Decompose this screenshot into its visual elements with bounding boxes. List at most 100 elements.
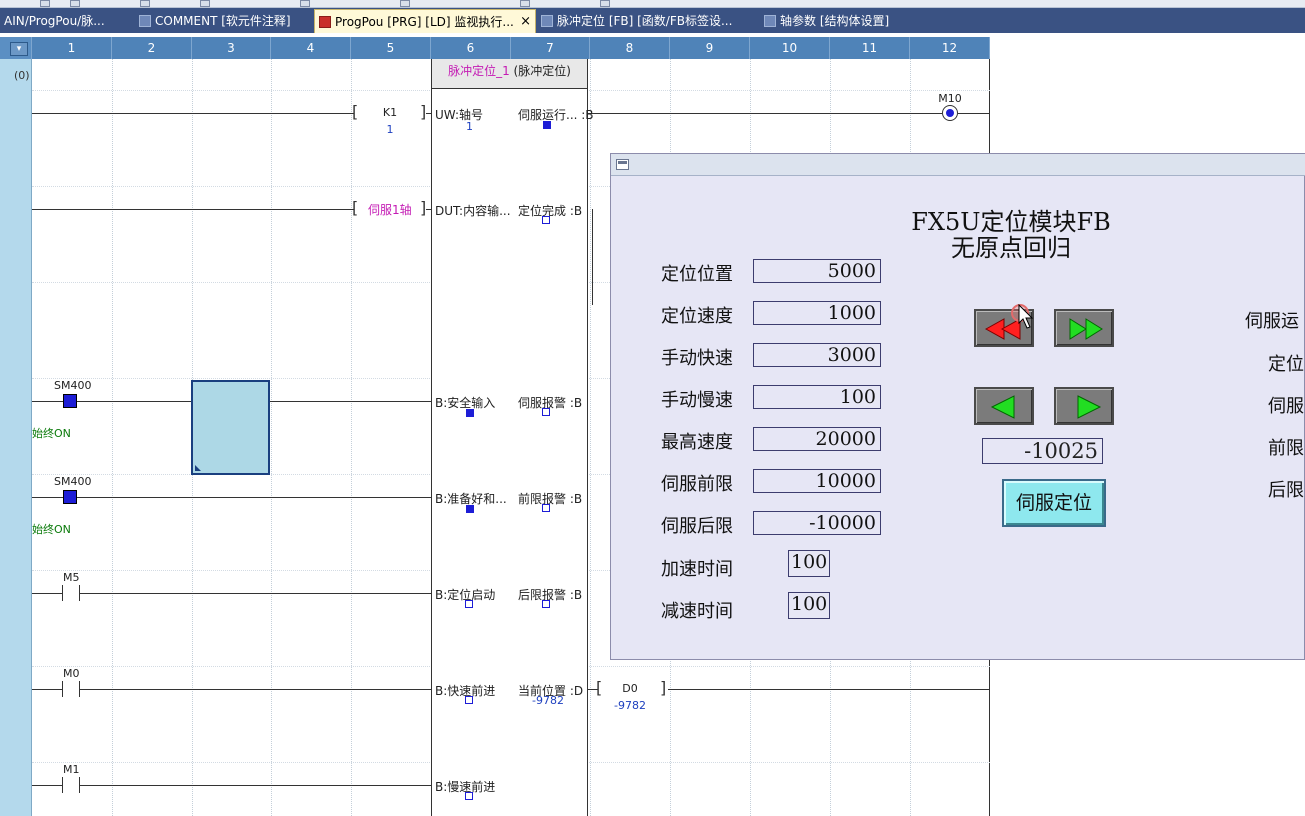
ladder-column-header: 1 2 3 4 5 6 7 8 9 10 11 12	[0, 37, 990, 59]
fb-pin-on	[466, 505, 474, 513]
arrow-left-icon	[990, 395, 1015, 419]
column-number: 11	[830, 37, 910, 59]
mouse-cursor-icon	[1018, 304, 1034, 329]
toolbar-button-icon[interactable]	[40, 0, 50, 7]
fb-output-label: 伺服报警 :B	[518, 396, 583, 410]
grid-line	[271, 59, 272, 816]
tab-label: ProgPou [PRG] [LD] 监视执行...	[335, 15, 514, 29]
rung-wire	[32, 689, 62, 690]
contact-m5-off[interactable]	[62, 585, 80, 601]
tab-main-prog[interactable]: AIN/ProgPou/脉...	[0, 9, 125, 33]
fb-pin-off	[542, 504, 550, 512]
fb-type-name: (脉冲定位)	[513, 64, 571, 78]
bracket-left: [	[352, 102, 359, 121]
contact-sm400-on[interactable]	[63, 490, 77, 504]
bracket-right: ]	[420, 102, 427, 121]
toolbar	[0, 0, 1305, 8]
column-number: 7	[511, 37, 590, 59]
jog-slow-speed-field[interactable]: 100	[753, 385, 881, 409]
forward-limit-field[interactable]: 10000	[753, 469, 881, 493]
toolbar-button-icon[interactable]	[520, 0, 530, 7]
rung-wire	[32, 785, 62, 786]
bracket-right: ]	[420, 198, 427, 217]
param-label: 伺服前限	[661, 474, 733, 495]
selected-ladder-cell[interactable]	[191, 380, 270, 475]
column-dropdown-button[interactable]: ▾	[10, 42, 28, 56]
jog-slow-forward-button[interactable]	[1054, 387, 1114, 425]
fb-pin-off	[542, 216, 550, 224]
tab-fb-labels[interactable]: 脉冲定位 [FB] [函数/FB标签设...	[537, 9, 747, 33]
column-number: 2	[112, 37, 192, 59]
contact-label: M5	[63, 571, 80, 584]
toolbar-button-icon[interactable]	[300, 0, 310, 7]
rung-wire	[32, 497, 63, 498]
decel-time-field[interactable]: 100	[788, 592, 830, 619]
grid-line	[351, 59, 352, 816]
rung-wire	[80, 689, 432, 690]
tab-close-icon[interactable]: ×	[520, 10, 531, 33]
max-speed-field[interactable]: 20000	[753, 427, 881, 451]
hmi-title-line2: 无原点回归	[951, 234, 1071, 262]
fb-pin-off	[465, 696, 473, 704]
tab-label: 轴参数 [结构体设置]	[780, 14, 890, 28]
bracket-left: [	[596, 678, 603, 697]
contact-m0-off[interactable]	[62, 681, 80, 697]
servo-positioning-button[interactable]: 伺服定位	[1002, 479, 1106, 527]
bracket-left: [	[352, 198, 359, 217]
current-position-display: -10025	[982, 438, 1103, 464]
toolbar-button-icon[interactable]	[600, 0, 610, 7]
constant-k1: K1	[382, 106, 398, 119]
rung-wire	[32, 593, 62, 594]
status-label: 前限	[1268, 438, 1304, 459]
tab-comment[interactable]: COMMENT [软元件注释]	[135, 9, 310, 33]
column-number: 10	[750, 37, 830, 59]
toolbar-button-icon[interactable]	[70, 0, 80, 7]
fb-table-icon	[541, 15, 553, 27]
column-number: 12	[910, 37, 990, 59]
ladder-left-gutter: (0)	[0, 59, 32, 816]
window-menu-icon[interactable]	[616, 159, 629, 170]
toolbar-button-icon[interactable]	[400, 0, 410, 7]
jog-fast-forward-button[interactable]	[1054, 309, 1114, 347]
status-label: 定位	[1268, 354, 1304, 375]
step-number: (0)	[14, 69, 30, 82]
contact-m1-off[interactable]	[62, 777, 80, 793]
output-coil-m10[interactable]	[942, 105, 958, 121]
contact-label: SM400	[54, 379, 92, 392]
param-label: 定位速度	[661, 306, 733, 327]
status-label: 后限	[1268, 480, 1304, 501]
param-label: 减速时间	[661, 601, 733, 622]
contact-comment: 始终ON	[32, 427, 71, 440]
contact-sm400-on[interactable]	[63, 394, 77, 408]
column-number: 8	[590, 37, 670, 59]
fb-current-pos-value: -9782	[532, 694, 564, 707]
rung-wire	[668, 689, 989, 690]
toolbar-button-icon[interactable]	[140, 0, 150, 7]
fb-output-label: 前限报警 :B	[518, 492, 583, 506]
column-number: 5	[351, 37, 431, 59]
coil-label: M10	[938, 92, 962, 105]
ladder-program-icon	[319, 16, 331, 28]
bracket-right: ]	[660, 678, 667, 697]
rung-wire	[80, 593, 432, 594]
arrow-right-icon	[1077, 395, 1102, 419]
status-label: 伺服	[1268, 396, 1304, 417]
jog-fast-speed-field[interactable]: 3000	[753, 343, 881, 367]
document-tab-bar: AIN/ProgPou/脉... COMMENT [软元件注释] ProgPou…	[0, 8, 1305, 33]
fb-pin-off	[465, 792, 473, 800]
toolbar-button-icon[interactable]	[200, 0, 210, 7]
accel-time-field[interactable]: 100	[788, 550, 830, 577]
reverse-limit-field[interactable]: -10000	[753, 511, 881, 535]
column-number: 6	[431, 37, 511, 59]
positioning-position-field[interactable]: 5000	[753, 259, 881, 283]
hmi-title-bar[interactable]	[611, 154, 1305, 176]
jog-slow-reverse-button[interactable]	[974, 387, 1034, 425]
function-block-pulse-positioning[interactable]: 脉冲定位_1 (脉冲定位) UW:轴号 1 伺服运行... :B DUT:内容输…	[431, 59, 594, 816]
device-d0-value: -9782	[614, 699, 646, 712]
tab-progpou[interactable]: ProgPou [PRG] [LD] 监视执行... ×	[314, 9, 536, 33]
rung-wire	[958, 113, 989, 114]
device-d0: D0	[622, 682, 638, 695]
tab-axis-params[interactable]: 轴参数 [结构体设置]	[760, 9, 930, 33]
rung-wire	[32, 113, 354, 114]
positioning-speed-field[interactable]: 1000	[753, 301, 881, 325]
